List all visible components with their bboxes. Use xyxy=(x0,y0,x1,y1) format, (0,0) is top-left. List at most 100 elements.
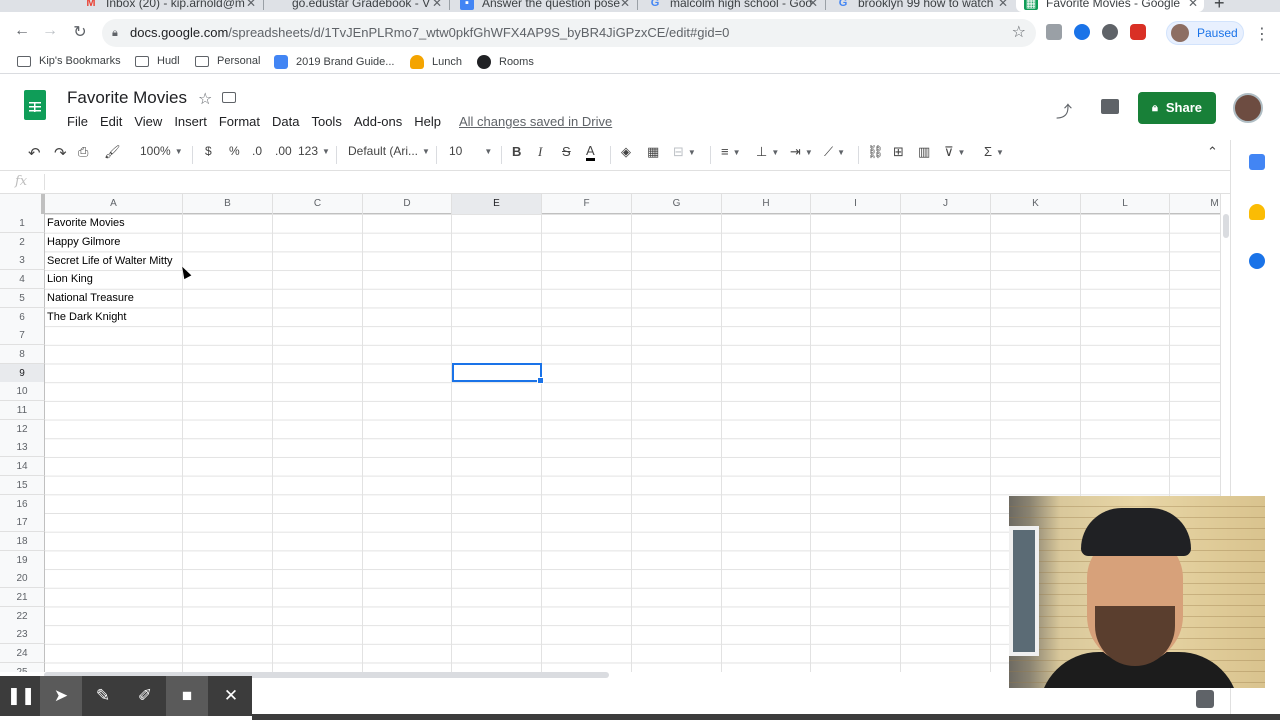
new-tab-button[interactable]: + xyxy=(1214,0,1225,12)
insert-link-icon[interactable]: ⛓ xyxy=(867,144,884,160)
currency-format-button[interactable]: $ xyxy=(205,144,212,158)
row-header[interactable]: 24 xyxy=(0,644,45,664)
star-icon[interactable]: ☆ xyxy=(198,89,212,109)
decrease-decimal-button[interactable]: .0 xyxy=(252,144,262,158)
menu-addons[interactable]: Add-ons xyxy=(354,114,402,129)
calendar-icon[interactable] xyxy=(1249,154,1265,170)
column-header-l[interactable]: L xyxy=(1081,194,1170,214)
row-header[interactable]: 19 xyxy=(0,550,45,570)
menu-insert[interactable]: Insert xyxy=(174,114,207,129)
sheets-logo-icon[interactable] xyxy=(24,90,46,120)
document-title[interactable]: Favorite Movies xyxy=(67,88,187,108)
row-header[interactable]: 6 xyxy=(0,307,45,327)
row-header[interactable]: 20 xyxy=(0,569,45,589)
bookmark-personal[interactable]: Personal xyxy=(195,55,260,67)
cell-a4[interactable]: Lion King xyxy=(47,273,93,285)
menu-format[interactable]: Format xyxy=(219,114,260,129)
account-avatar[interactable] xyxy=(1233,93,1263,123)
bookmark-rooms[interactable]: Rooms xyxy=(477,55,534,69)
scrollbar-thumb[interactable] xyxy=(1223,214,1229,238)
browser-tab-google-search-2[interactable]: G brooklyn 99 how to watch ✕ xyxy=(836,0,1008,12)
close-icon[interactable]: ✕ xyxy=(210,676,252,716)
print-icon[interactable]: ⎙ xyxy=(78,144,88,160)
text-rotation-icon[interactable]: ⟋ ▼ xyxy=(824,144,845,160)
percent-format-button[interactable]: % xyxy=(229,144,240,158)
bookmark-star-icon[interactable]: ☆ xyxy=(1012,19,1026,47)
extension-circle-icon[interactable] xyxy=(1074,24,1090,40)
vertical-align-icon[interactable]: ⊥ ▼ xyxy=(756,144,779,160)
cell-a6[interactable]: The Dark Knight xyxy=(47,311,126,323)
row-header[interactable]: 13 xyxy=(0,438,45,458)
column-header-e[interactable]: E xyxy=(452,194,542,214)
close-tab-icon[interactable]: ✕ xyxy=(998,0,1008,10)
borders-icon[interactable]: ▦ xyxy=(647,144,659,160)
row-header[interactable]: 14 xyxy=(0,457,45,477)
insert-chart-icon[interactable]: ▥ xyxy=(918,144,930,160)
row-header-selected[interactable]: 9 xyxy=(0,363,45,383)
menu-edit[interactable]: Edit xyxy=(100,114,122,129)
row-header[interactable]: 12 xyxy=(0,419,45,439)
merge-cells-icon[interactable]: ⊟ ▼ xyxy=(673,144,696,160)
pen-tool-icon[interactable]: ✎ xyxy=(82,676,124,716)
row-header[interactable]: 16 xyxy=(0,494,45,514)
column-header-c[interactable]: C xyxy=(273,194,363,214)
close-tab-icon[interactable]: ✕ xyxy=(432,0,442,10)
row-header[interactable]: 3 xyxy=(0,251,45,271)
filter-icon[interactable]: ⊽ ▼ xyxy=(944,144,965,160)
formula-bar[interactable]: fx xyxy=(0,170,1230,194)
close-tab-icon[interactable]: ✕ xyxy=(246,0,256,10)
strikethrough-button[interactable]: S xyxy=(562,144,571,159)
column-header-k[interactable]: K xyxy=(991,194,1081,214)
pause-icon[interactable]: ❚❚ xyxy=(0,676,42,716)
url-bar[interactable]: 🔒︎ docs.google.com/spreadsheets/d/1TvJEn… xyxy=(102,19,1036,47)
close-tab-icon[interactable]: ✕ xyxy=(808,0,818,10)
cell-a5[interactable]: National Treasure xyxy=(47,292,134,304)
insert-comment-icon[interactable]: ⊞ xyxy=(893,144,904,160)
menu-data[interactable]: Data xyxy=(272,114,299,129)
cell-a3[interactable]: Secret Life of Walter Mitty xyxy=(47,255,173,267)
close-tab-icon[interactable]: ✕ xyxy=(620,0,630,10)
column-header-g[interactable]: G xyxy=(632,194,722,214)
column-header-m[interactable]: M xyxy=(1170,194,1220,214)
bookmark-lunch[interactable]: Lunch xyxy=(410,55,462,69)
keep-icon[interactable] xyxy=(1249,204,1265,220)
browser-menu-icon[interactable]: ⋮ xyxy=(1254,24,1270,44)
browser-tab-gmail[interactable]: M Inbox (20) - kip.arnold@m ✕ xyxy=(84,0,256,12)
bookmark-brand-guide[interactable]: 2019 Brand Guide... xyxy=(274,55,394,69)
bookmark-hudl[interactable]: Hudl xyxy=(135,55,180,67)
tasks-icon[interactable] xyxy=(1249,253,1265,269)
zoom-select[interactable]: 100% ▼ xyxy=(140,144,183,158)
browser-tab-google-search[interactable]: G malcolm high school - Goo ✕ xyxy=(648,0,818,12)
row-header[interactable]: 22 xyxy=(0,606,45,626)
menu-help[interactable]: Help xyxy=(414,114,441,129)
cell-a1[interactable]: Favorite Movies xyxy=(47,217,125,229)
comments-icon[interactable] xyxy=(1101,99,1119,114)
column-header-h[interactable]: H xyxy=(722,194,811,214)
row-header[interactable]: 7 xyxy=(0,326,45,346)
functions-icon[interactable]: Σ ▼ xyxy=(984,144,1004,159)
save-status-link[interactable]: All changes saved in Drive xyxy=(459,114,612,129)
pinterest-icon[interactable] xyxy=(1102,24,1118,40)
collapse-toolbar-icon[interactable]: ⌃ xyxy=(1207,144,1218,160)
drive-extension-icon[interactable] xyxy=(1046,24,1062,40)
bookmark-kips-bookmarks[interactable]: Kip's Bookmarks xyxy=(17,55,121,67)
back-arrow-icon[interactable]: ← xyxy=(12,22,32,40)
row-header[interactable]: 10 xyxy=(0,382,45,402)
bold-button[interactable]: B xyxy=(512,144,521,159)
browser-tab-classroom[interactable]: ▪ Answer the question pose ✕ xyxy=(460,0,630,12)
selected-cell-e9[interactable] xyxy=(452,363,544,384)
text-wrapping-icon[interactable]: ⇥ ▼ xyxy=(790,144,813,160)
row-header[interactable]: 23 xyxy=(0,625,45,645)
row-header[interactable]: 25 xyxy=(0,662,45,672)
paint-format-icon[interactable]: 🖌︎ xyxy=(104,144,121,160)
select-all-corner[interactable] xyxy=(0,194,45,214)
browser-tab-gradebook[interactable]: go.edustar Gradebook - V ✕ xyxy=(292,0,442,12)
close-tab-icon[interactable]: ✕ xyxy=(1188,0,1198,10)
move-to-folder-icon[interactable] xyxy=(222,92,236,103)
row-header[interactable]: 8 xyxy=(0,344,45,364)
forward-arrow-icon[interactable]: → xyxy=(40,22,60,40)
row-header[interactable]: 1 xyxy=(0,214,45,233)
column-header-b[interactable]: B xyxy=(183,194,273,214)
column-header-j[interactable]: J xyxy=(901,194,991,214)
font-size-select[interactable]: 10 ▼ xyxy=(449,144,492,158)
